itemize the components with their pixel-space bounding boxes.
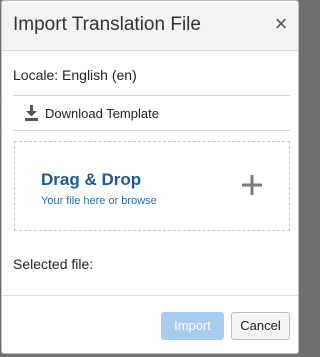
divider xyxy=(13,130,290,131)
dialog-footer-divider xyxy=(2,295,298,296)
download-icon xyxy=(24,105,39,121)
dialog-header: Import Translation File × xyxy=(2,1,298,51)
divider xyxy=(13,95,290,96)
download-template-label: Download Template xyxy=(45,105,159,121)
selected-file-label: Selected file: xyxy=(13,256,94,272)
close-button[interactable]: × xyxy=(271,13,291,35)
import-button[interactable]: Import xyxy=(161,312,224,340)
dropzone-title: Drag & Drop xyxy=(41,170,142,189)
file-dropzone[interactable]: Drag & Drop Your file here or browse xyxy=(14,141,290,231)
download-template-link[interactable]: Download Template xyxy=(24,103,159,123)
browse-link[interactable]: Your file here or browse xyxy=(41,195,157,207)
dialog-title: Import Translation File xyxy=(13,14,201,35)
plus-icon xyxy=(241,174,263,196)
cancel-button[interactable]: Cancel xyxy=(231,312,290,340)
import-translation-dialog: Import Translation File × Locale: Englis… xyxy=(1,0,299,354)
locale-text: Locale: English (en) xyxy=(13,67,137,83)
